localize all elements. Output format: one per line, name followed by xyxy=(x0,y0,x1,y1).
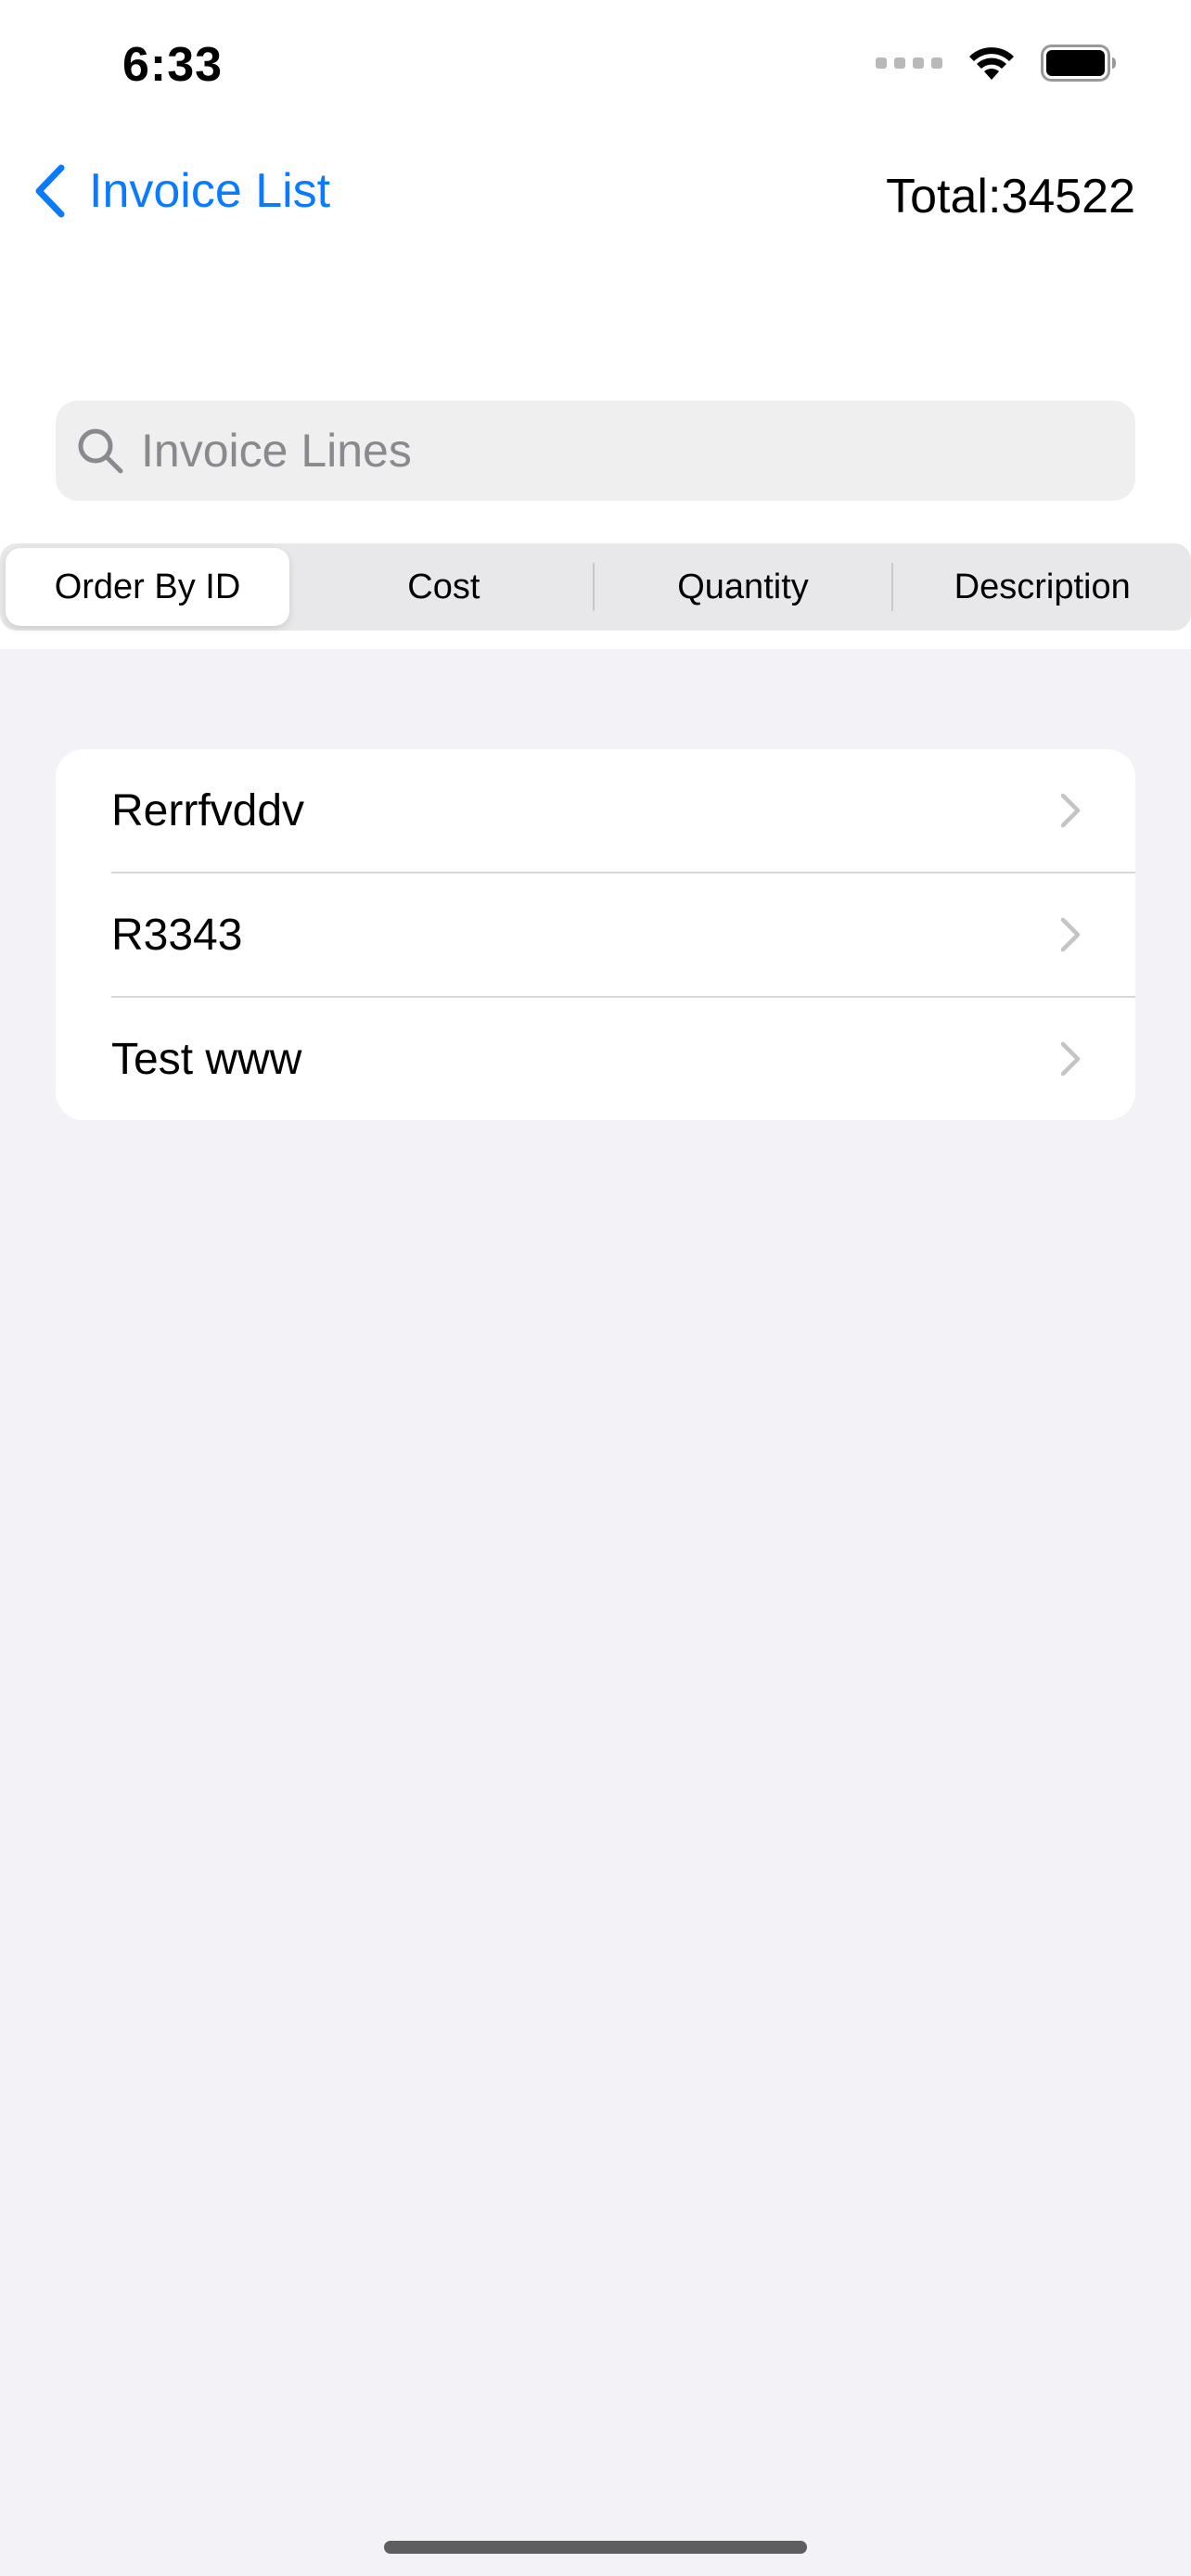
navigation-bar: Invoice List Total:34522 xyxy=(0,148,1191,237)
list-item-label: Test www xyxy=(111,1034,302,1084)
status-bar: 6:33 xyxy=(0,0,1191,130)
invoice-lines-list: Rerrfvddv R3343 Test www xyxy=(56,749,1135,1120)
list-item[interactable]: R3343 xyxy=(56,874,1135,996)
total-label: Total:34522 xyxy=(886,170,1135,223)
wifi-icon xyxy=(969,47,1014,80)
segment-description[interactable]: Description xyxy=(893,548,1191,626)
search-input[interactable] xyxy=(141,424,1069,478)
chevron-right-icon xyxy=(1060,917,1081,952)
chevron-left-icon xyxy=(35,164,65,218)
search-field[interactable] xyxy=(56,401,1135,501)
back-button-label: Invoice List xyxy=(89,164,331,218)
list-item-label: R3343 xyxy=(111,910,243,960)
chevron-right-icon xyxy=(1060,793,1081,828)
status-icons xyxy=(876,45,1117,82)
list-item[interactable]: Rerrfvddv xyxy=(56,749,1135,872)
search-icon xyxy=(78,428,123,474)
status-time: 6:33 xyxy=(122,38,224,92)
sort-segmented-control: Order By ID Cost Quantity Description xyxy=(0,543,1191,631)
battery-icon xyxy=(1041,45,1116,82)
segment-cost[interactable]: Cost xyxy=(295,548,593,626)
list-item-label: Rerrfvddv xyxy=(111,785,305,835)
signal-dots-icon xyxy=(876,57,942,69)
chevron-right-icon xyxy=(1060,1041,1081,1077)
home-indicator[interactable] xyxy=(384,2541,807,2554)
back-button[interactable]: Invoice List xyxy=(33,163,330,219)
segment-order-by-id[interactable]: Order By ID xyxy=(6,548,289,626)
segment-quantity[interactable]: Quantity xyxy=(595,548,892,626)
list-item[interactable]: Test www xyxy=(56,998,1135,1120)
